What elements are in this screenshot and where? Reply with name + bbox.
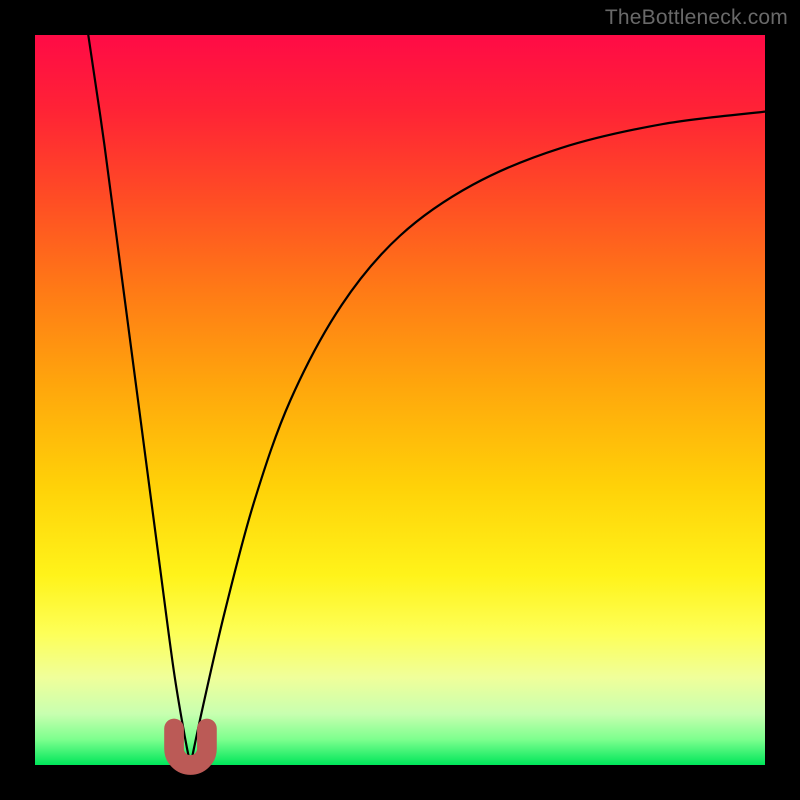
gradient-background [35, 35, 765, 765]
chart-frame: TheBottleneck.com [0, 0, 800, 800]
bottleneck-plot [0, 0, 800, 800]
watermark-text: TheBottleneck.com [605, 6, 788, 30]
